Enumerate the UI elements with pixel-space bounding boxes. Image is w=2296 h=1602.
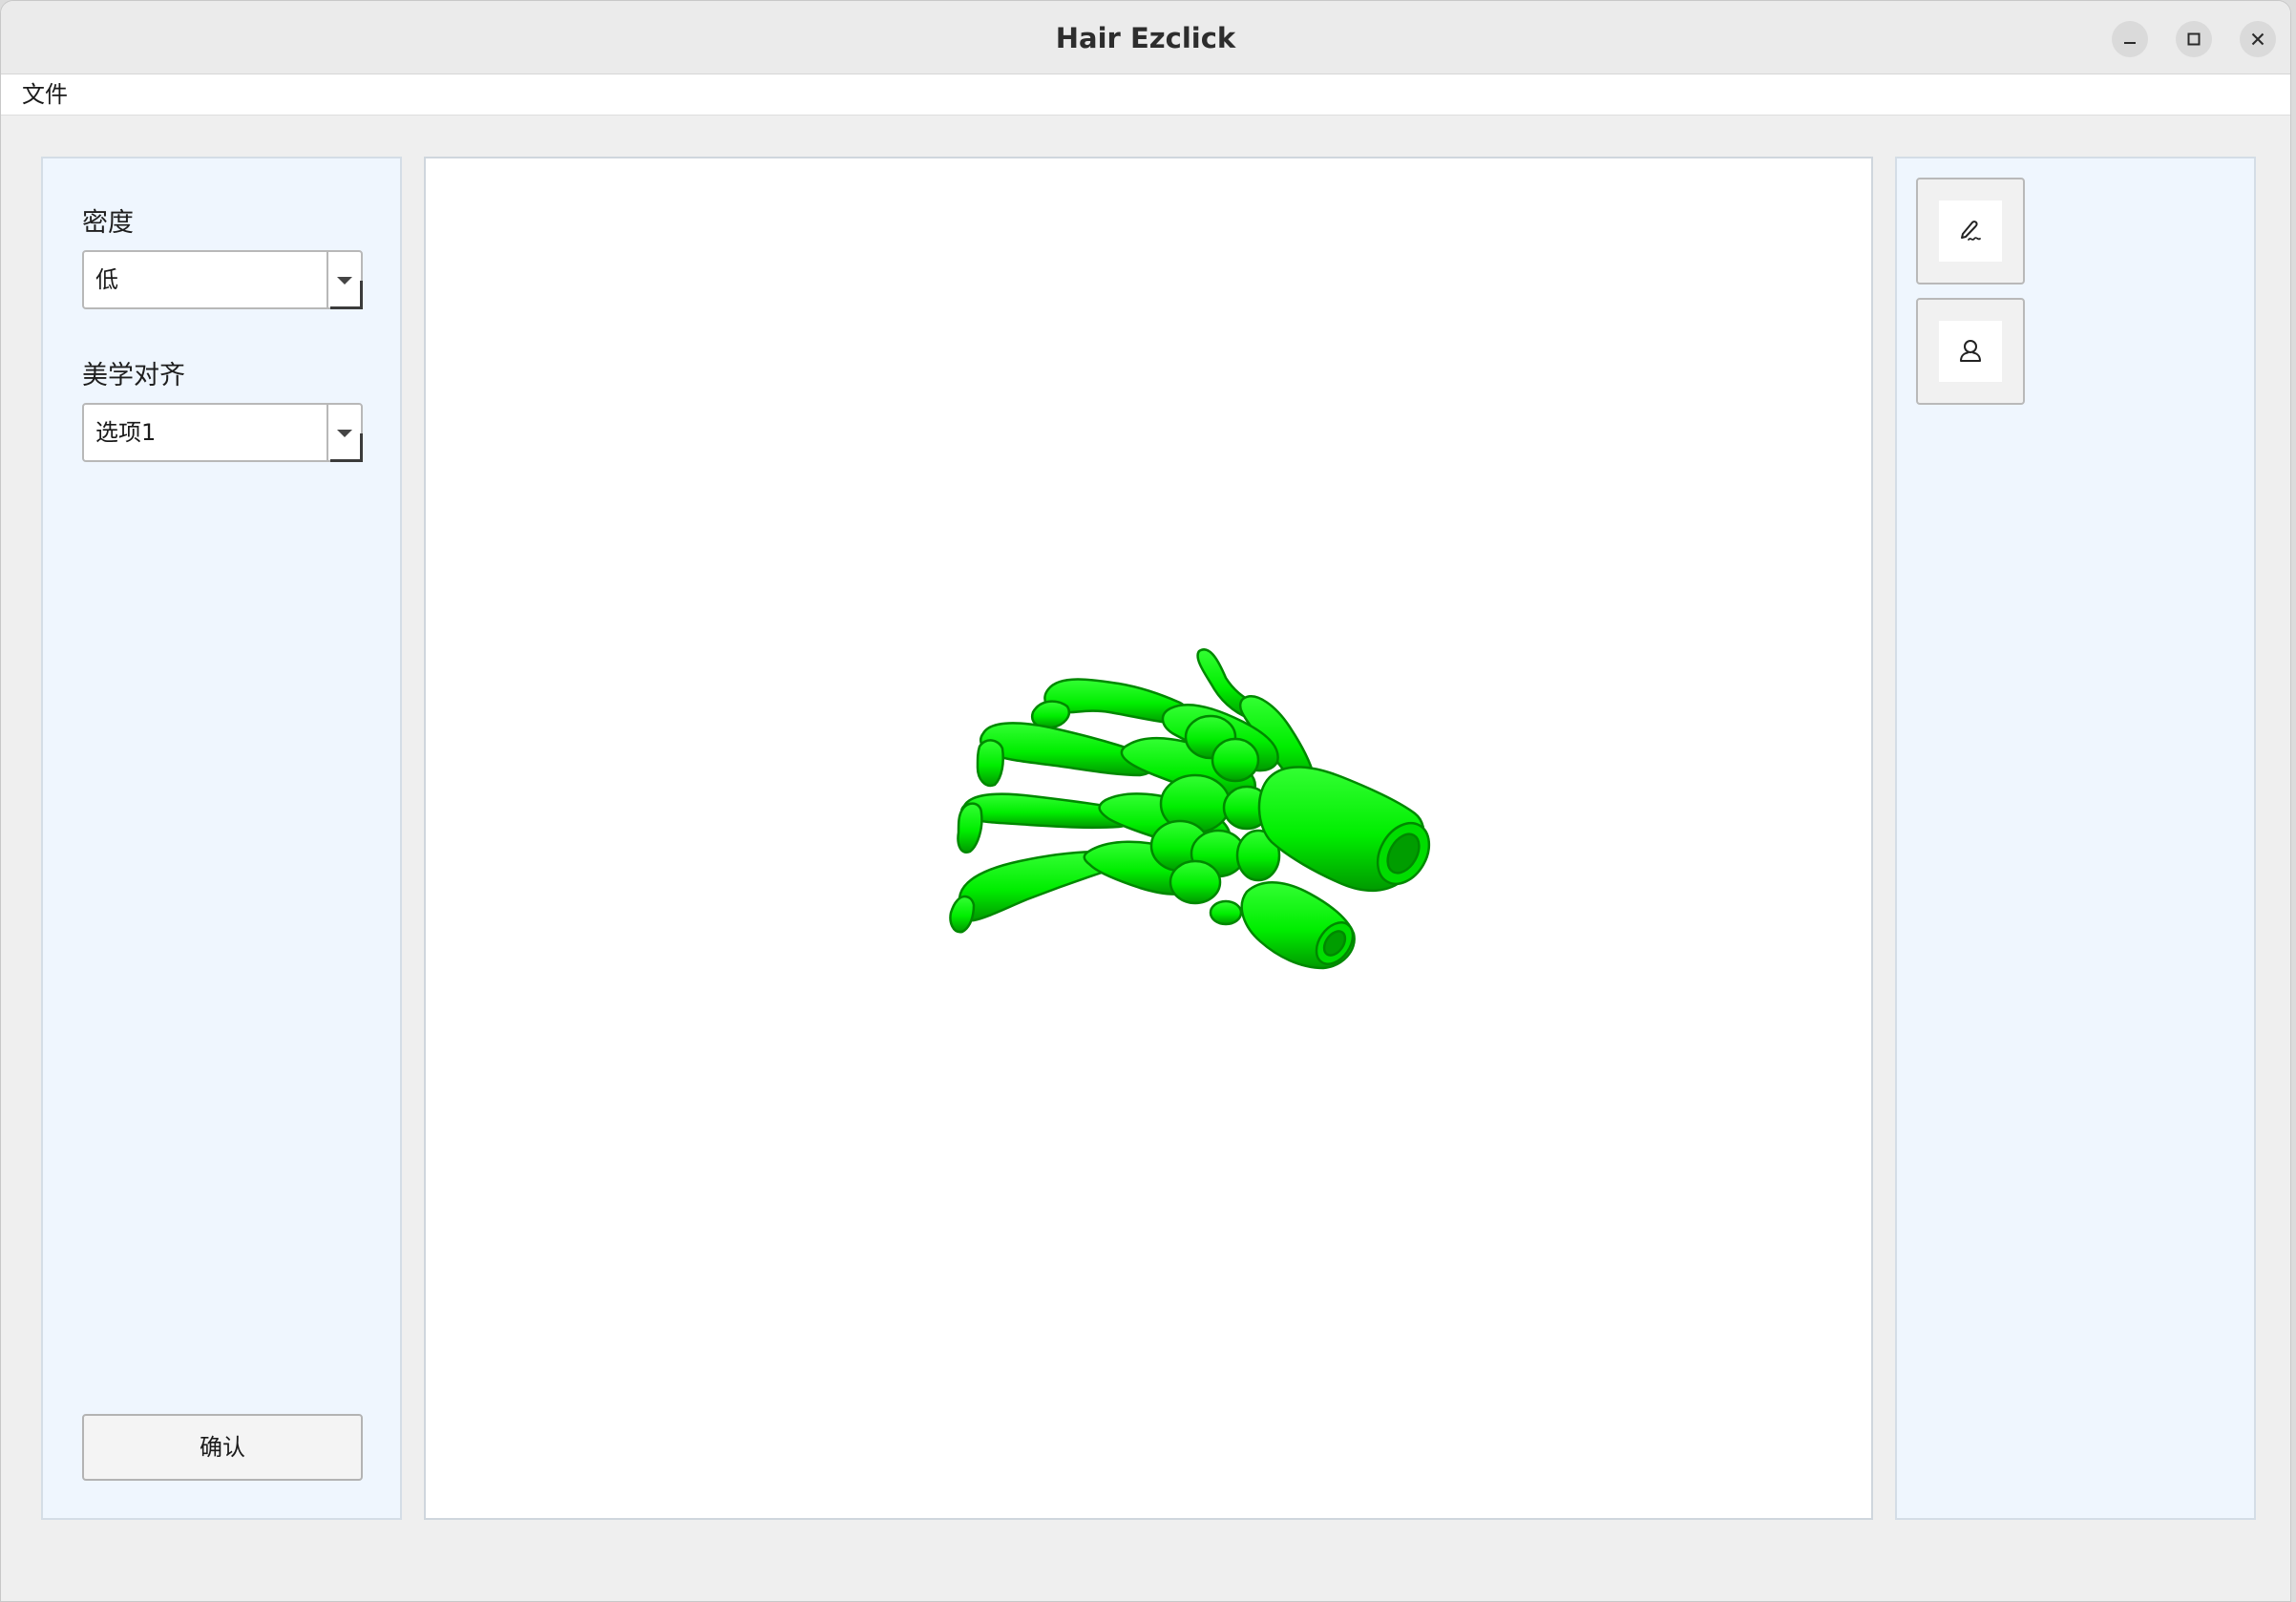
left-control-panel: 密度 低 美学对齐 选项1 确认 (41, 157, 402, 1520)
app-window: Hair Ezclick 文件 密度 低 美学对齐 选项1 确认 (0, 0, 2291, 1602)
bone (1209, 899, 1243, 926)
bone (1030, 700, 1070, 729)
bone (949, 895, 976, 934)
3d-viewport[interactable] (424, 157, 1873, 1520)
pen-signature-icon (1961, 221, 1981, 241)
maximize-button[interactable] (2176, 21, 2212, 57)
menu-file[interactable]: 文件 (14, 74, 75, 115)
density-select[interactable]: 低 (82, 250, 363, 309)
chevron-down-icon (326, 252, 361, 307)
minimize-button[interactable] (2112, 21, 2148, 57)
menu-bar: 文件 (1, 74, 2290, 116)
chevron-down-icon (326, 405, 361, 460)
density-label: 密度 (82, 208, 134, 238)
minimize-icon (2124, 42, 2136, 44)
bone (976, 739, 1004, 788)
right-tool-panel (1895, 157, 2256, 1520)
user-tool-button[interactable] (1916, 298, 2025, 405)
title-bar[interactable]: Hair Ezclick (1, 1, 2290, 74)
combo-edge (330, 306, 363, 309)
alignment-select[interactable]: 选项1 (82, 403, 363, 462)
bone (1211, 737, 1260, 783)
alignment-label: 美学对齐 (82, 361, 185, 390)
confirm-button[interactable]: 确认 (82, 1414, 363, 1481)
bone-group (949, 648, 1431, 970)
bone (1169, 859, 1222, 905)
close-icon (2251, 32, 2264, 46)
combo-edge (360, 433, 363, 462)
bone (957, 802, 983, 854)
combo-edge (360, 281, 363, 309)
user-outline-icon (1960, 340, 1981, 362)
combo-edge (330, 459, 363, 462)
hand-skeleton-model (949, 648, 1431, 970)
window-title: Hair Ezclick (1055, 22, 1236, 54)
maximize-icon (2187, 32, 2201, 46)
tool-icon-frame (1939, 321, 2002, 382)
density-select-value: 低 (95, 266, 118, 293)
draw-tool-button[interactable] (1916, 178, 2025, 285)
alignment-select-value: 选项1 (95, 419, 157, 446)
tool-icon-frame (1939, 200, 2002, 262)
close-button[interactable] (2240, 21, 2276, 57)
